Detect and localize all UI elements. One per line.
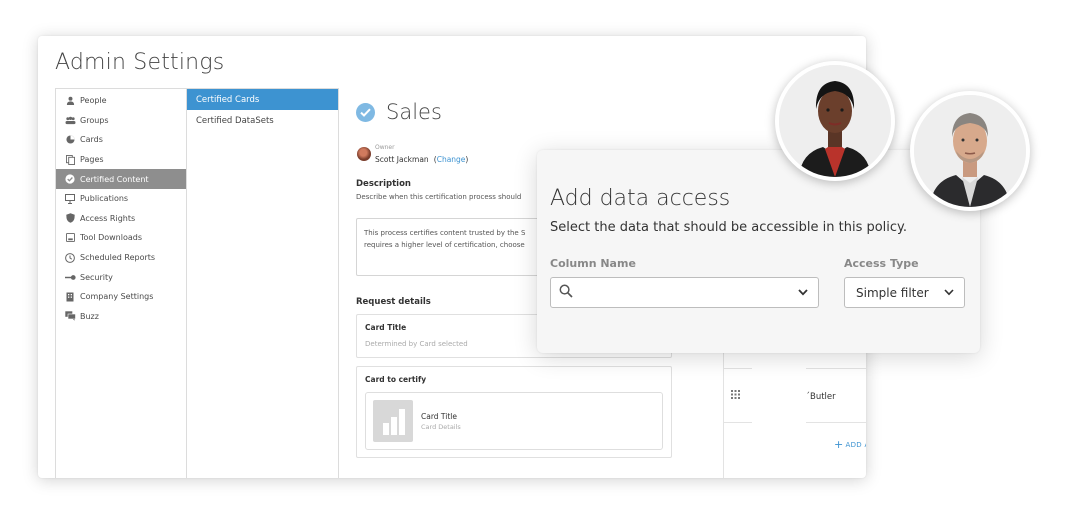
card-to-certify-label: Card to certify	[365, 375, 427, 384]
avatar	[910, 91, 1030, 211]
sidebar-item-label: Tool Downloads	[80, 233, 143, 243]
pages-icon	[64, 154, 76, 165]
publications-icon	[64, 193, 76, 204]
shield-icon	[64, 213, 76, 224]
certified-check-icon	[356, 102, 375, 122]
access-type-select[interactable]: Simple filter	[844, 277, 965, 308]
woman-portrait-image	[779, 65, 891, 177]
subnav-item-certified-datasets[interactable]: Certified DataSets	[187, 110, 338, 131]
sidebar-item-label: People	[80, 96, 107, 106]
sidebar-item-people[interactable]: People	[56, 91, 186, 111]
sidebar-item-access-rights[interactable]: Access Rights	[56, 209, 186, 229]
owner-label: Owner	[375, 144, 395, 151]
approvers-panel: ́Butler +ADD APPROVE	[723, 350, 866, 478]
title-row: Sales	[356, 100, 442, 124]
key-icon	[64, 272, 76, 282]
column-name-input[interactable]	[581, 283, 801, 303]
card-preview-title: Card Title	[421, 411, 458, 421]
clock-icon	[64, 252, 76, 263]
sidebar-item-groups[interactable]: Groups	[56, 111, 186, 131]
bar-chart-icon	[373, 400, 413, 442]
sidebar-item-security[interactable]: Security	[56, 267, 186, 287]
sidebar-item-label: Security	[80, 272, 113, 282]
chevron-down-icon[interactable]	[798, 289, 808, 296]
description-heading: Description	[356, 179, 411, 189]
owner-row: Owner Scott Jackman (Change)	[357, 143, 468, 164]
modal-subtitle: Select the data that should be accessibl…	[550, 220, 908, 235]
person-icon	[64, 96, 76, 106]
approver-avatar-gap	[752, 350, 806, 478]
sidebar-item-label: Groups	[80, 115, 109, 125]
sidebar-item-label: Company Settings	[80, 292, 154, 302]
sidebar-item-company-settings[interactable]: Company Settings	[56, 287, 186, 307]
certification-title: Sales	[386, 100, 442, 124]
owner-name: Scott Jackman	[375, 155, 429, 164]
add-approver-button[interactable]: +ADD APPROVE	[834, 438, 866, 451]
access-type-value: Simple filter	[856, 285, 929, 300]
sidebar-item-publications[interactable]: Publications	[56, 189, 186, 209]
sidebar-item-label: Scheduled Reports	[80, 253, 156, 263]
modal-title: Add data access	[550, 186, 731, 211]
description-hint: Describe when this certification process…	[356, 193, 522, 201]
sidebar-item-label: Cards	[80, 135, 103, 145]
chat-icon	[64, 311, 76, 322]
request-details-heading: Request details	[356, 297, 431, 307]
man-portrait-image	[914, 95, 1026, 207]
subnav-item-certified-cards[interactable]: Certified Cards	[187, 89, 338, 110]
column-name-label: Column Name	[550, 257, 636, 270]
approver-name: ́Butler	[810, 392, 836, 402]
sidebar-item-tool-downloads[interactable]: Tool Downloads	[56, 228, 186, 248]
certified-content-subnav: Certified Cards Certified DataSets	[187, 88, 339, 478]
groups-icon	[64, 115, 76, 125]
search-icon	[559, 284, 573, 298]
access-type-label: Access Type	[844, 257, 919, 270]
chevron-down-icon	[944, 289, 954, 296]
building-icon	[64, 292, 76, 302]
sidebar-item-label: Pages	[80, 155, 104, 165]
avatar	[775, 61, 895, 181]
sidebar-item-certified-content[interactable]: Certified Content	[56, 169, 186, 189]
card-preview[interactable]: Card Title Card Details	[365, 392, 663, 450]
owner-avatar	[357, 146, 371, 161]
add-data-access-modal: Add data access Select the data that sho…	[537, 150, 980, 353]
pie-chart-icon	[64, 135, 76, 145]
change-owner-link[interactable]: Change	[437, 155, 466, 164]
plus-icon: +	[834, 438, 844, 451]
change-paren-close: )	[465, 155, 469, 164]
card-to-certify-field: Card to certify Card Title Card Details	[356, 366, 672, 458]
sidebar-item-pages[interactable]: Pages	[56, 150, 186, 170]
sidebar-item-label: Certified Content	[80, 174, 149, 184]
sidebar-item-label: Buzz	[80, 311, 99, 321]
sidebar-item-label: Publications	[80, 194, 129, 204]
card-preview-details: Card Details	[421, 422, 461, 431]
sidebar-item-label: Access Rights	[80, 213, 136, 223]
admin-sidebar: People Groups Cards Pages Certified Cont…	[55, 88, 187, 478]
drag-handle-icon[interactable]	[731, 390, 740, 402]
sidebar-item-buzz[interactable]: Buzz	[56, 307, 186, 327]
check-circle-icon	[64, 174, 76, 184]
column-name-select[interactable]	[550, 277, 819, 308]
sidebar-item-scheduled-reports[interactable]: Scheduled Reports	[56, 248, 186, 268]
page-title: Admin Settings	[55, 50, 225, 75]
download-icon	[64, 233, 76, 243]
sidebar-item-cards[interactable]: Cards	[56, 130, 186, 150]
